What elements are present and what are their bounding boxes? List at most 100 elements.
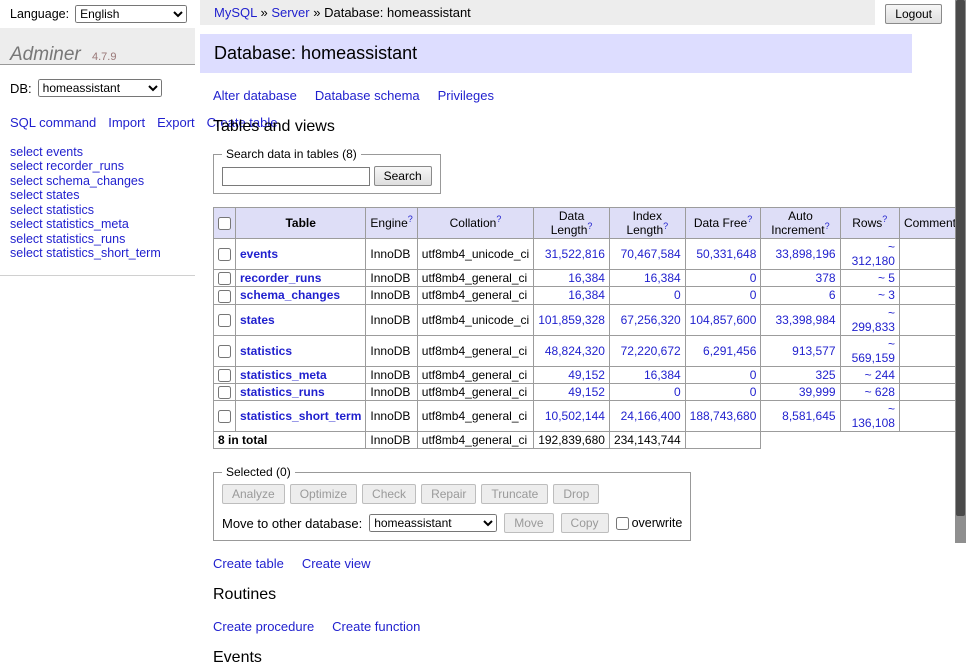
rows-link[interactable]: ~ 5 [878, 271, 895, 285]
data-length-link[interactable]: 16,384 [568, 288, 605, 302]
row-checkbox[interactable] [218, 369, 231, 382]
drop-button[interactable]: Drop [553, 484, 599, 504]
db-nav-link[interactable]: Privileges [438, 88, 494, 103]
adminer-logo[interactable]: Adminer [10, 44, 81, 65]
help-link[interactable]: ? [587, 221, 592, 231]
data-free-link[interactable]: 0 [750, 288, 757, 302]
scrollbar-thumb[interactable] [956, 0, 965, 516]
search-button[interactable]: Search [374, 166, 432, 186]
help-link[interactable]: ? [825, 221, 830, 231]
row-checkbox[interactable] [218, 410, 231, 423]
data-length-link[interactable]: 48,824,320 [545, 344, 605, 358]
rows-link[interactable]: ~ 312,180 [852, 240, 895, 268]
check-button[interactable]: Check [362, 484, 416, 504]
index-length-link[interactable]: 67,256,320 [621, 313, 681, 327]
data-free-link[interactable]: 6,291,456 [703, 344, 756, 358]
repair-button[interactable]: Repair [421, 484, 476, 504]
index-length-link[interactable]: 72,220,672 [621, 344, 681, 358]
db-nav-link[interactable]: Database schema [315, 88, 420, 103]
index-length-link[interactable]: 16,384 [644, 271, 681, 285]
help-link[interactable]: ? [882, 214, 887, 224]
row-checkbox[interactable] [218, 314, 231, 327]
help-link[interactable]: ? [408, 214, 413, 224]
row-checkbox[interactable] [218, 248, 231, 261]
auto-increment-link[interactable]: 913,577 [792, 344, 835, 358]
rows-link[interactable]: ~ 136,108 [852, 402, 895, 430]
row-checkbox[interactable] [218, 345, 231, 358]
table-name-link[interactable]: statistics_runs [240, 385, 325, 399]
auto-increment-link[interactable]: 8,581,645 [782, 409, 835, 423]
copy-button[interactable]: Copy [561, 513, 609, 533]
sidebar-table-link[interactable]: select statistics [10, 203, 94, 217]
row-checkbox[interactable] [218, 386, 231, 399]
sidebar-table-link[interactable]: select events [10, 145, 83, 159]
table-name-link[interactable]: states [240, 313, 275, 327]
index-length-link[interactable]: 0 [674, 288, 681, 302]
logout-button[interactable]: Logout [885, 4, 942, 24]
create-link[interactable]: Create view [302, 556, 371, 571]
sidebar-table-link[interactable]: select statistics_runs [10, 232, 125, 246]
data-length-link[interactable]: 31,522,816 [545, 247, 605, 261]
breadcrumb-link[interactable]: Server [271, 5, 309, 20]
rows-link[interactable]: ~ 299,833 [852, 306, 895, 334]
rows-link[interactable]: ~ 244 [865, 368, 895, 382]
analyze-button[interactable]: Analyze [222, 484, 285, 504]
data-free-link[interactable]: 0 [750, 385, 757, 399]
sidebar-action-link[interactable]: Import [108, 115, 145, 130]
sidebar-table-link[interactable]: select states [10, 188, 79, 202]
move-button[interactable]: Move [504, 513, 553, 533]
data-free-link[interactable]: 50,331,648 [696, 247, 756, 261]
index-length-link[interactable]: 16,384 [644, 368, 681, 382]
sidebar-table-link[interactable]: select schema_changes [10, 174, 144, 188]
sidebar-table-link[interactable]: select recorder_runs [10, 159, 124, 173]
help-link[interactable]: ? [663, 221, 668, 231]
index-length-link[interactable]: 0 [674, 385, 681, 399]
rows-link[interactable]: ~ 3 [878, 288, 895, 302]
index-length-link[interactable]: 70,467,584 [621, 247, 681, 261]
data-free-link[interactable]: 0 [750, 368, 757, 382]
auto-increment-link[interactable]: 378 [816, 271, 836, 285]
row-checkbox[interactable] [218, 290, 231, 303]
db-select[interactable]: homeassistant [38, 79, 162, 97]
auto-increment-link[interactable]: 39,999 [799, 385, 836, 399]
breadcrumb-link[interactable]: MySQL [214, 5, 257, 20]
row-checkbox[interactable] [218, 272, 231, 285]
move-db-select[interactable]: homeassistant [369, 514, 497, 532]
optimize-button[interactable]: Optimize [290, 484, 357, 504]
table-name-link[interactable]: recorder_runs [240, 271, 321, 285]
sidebar-action-link[interactable]: SQL command [10, 115, 96, 130]
data-free-link[interactable]: 0 [750, 271, 757, 285]
index-length-link[interactable]: 24,166,400 [621, 409, 681, 423]
auto-increment-link[interactable]: 33,398,984 [775, 313, 835, 327]
auto-increment-link[interactable]: 325 [816, 368, 836, 382]
auto-increment-link[interactable]: 6 [829, 288, 836, 302]
table-name-link[interactable]: statistics [240, 344, 292, 358]
rows-link[interactable]: ~ 628 [865, 385, 895, 399]
routines-link[interactable]: Create procedure [213, 619, 314, 634]
help-link[interactable]: ? [496, 214, 501, 224]
data-free-link[interactable]: 104,857,600 [690, 313, 757, 327]
help-link[interactable]: ? [747, 214, 752, 224]
language-select[interactable]: English [75, 5, 187, 23]
routines-link[interactable]: Create function [332, 619, 420, 634]
overwrite-checkbox[interactable] [616, 517, 629, 530]
sidebar-action-link[interactable]: Export [157, 115, 195, 130]
data-length-link[interactable]: 49,152 [568, 385, 605, 399]
sidebar-table-link[interactable]: select statistics_short_term [10, 246, 161, 260]
auto-increment-link[interactable]: 33,898,196 [775, 247, 835, 261]
table-name-link[interactable]: events [240, 247, 278, 261]
data-length-link[interactable]: 49,152 [568, 368, 605, 382]
table-name-link[interactable]: schema_changes [240, 288, 340, 302]
data-length-link[interactable]: 10,502,144 [545, 409, 605, 423]
sidebar-table-link[interactable]: select statistics_meta [10, 217, 129, 231]
create-link[interactable]: Create table [213, 556, 284, 571]
data-length-link[interactable]: 16,384 [568, 271, 605, 285]
vertical-scrollbar[interactable] [955, 0, 966, 543]
db-nav-link[interactable]: Alter database [213, 88, 297, 103]
truncate-button[interactable]: Truncate [481, 484, 548, 504]
table-name-link[interactable]: statistics_meta [240, 368, 327, 382]
table-name-link[interactable]: statistics_short_term [240, 409, 361, 423]
rows-link[interactable]: ~ 569,159 [852, 337, 895, 365]
select-all-checkbox[interactable] [218, 217, 231, 230]
data-length-link[interactable]: 101,859,328 [538, 313, 605, 327]
